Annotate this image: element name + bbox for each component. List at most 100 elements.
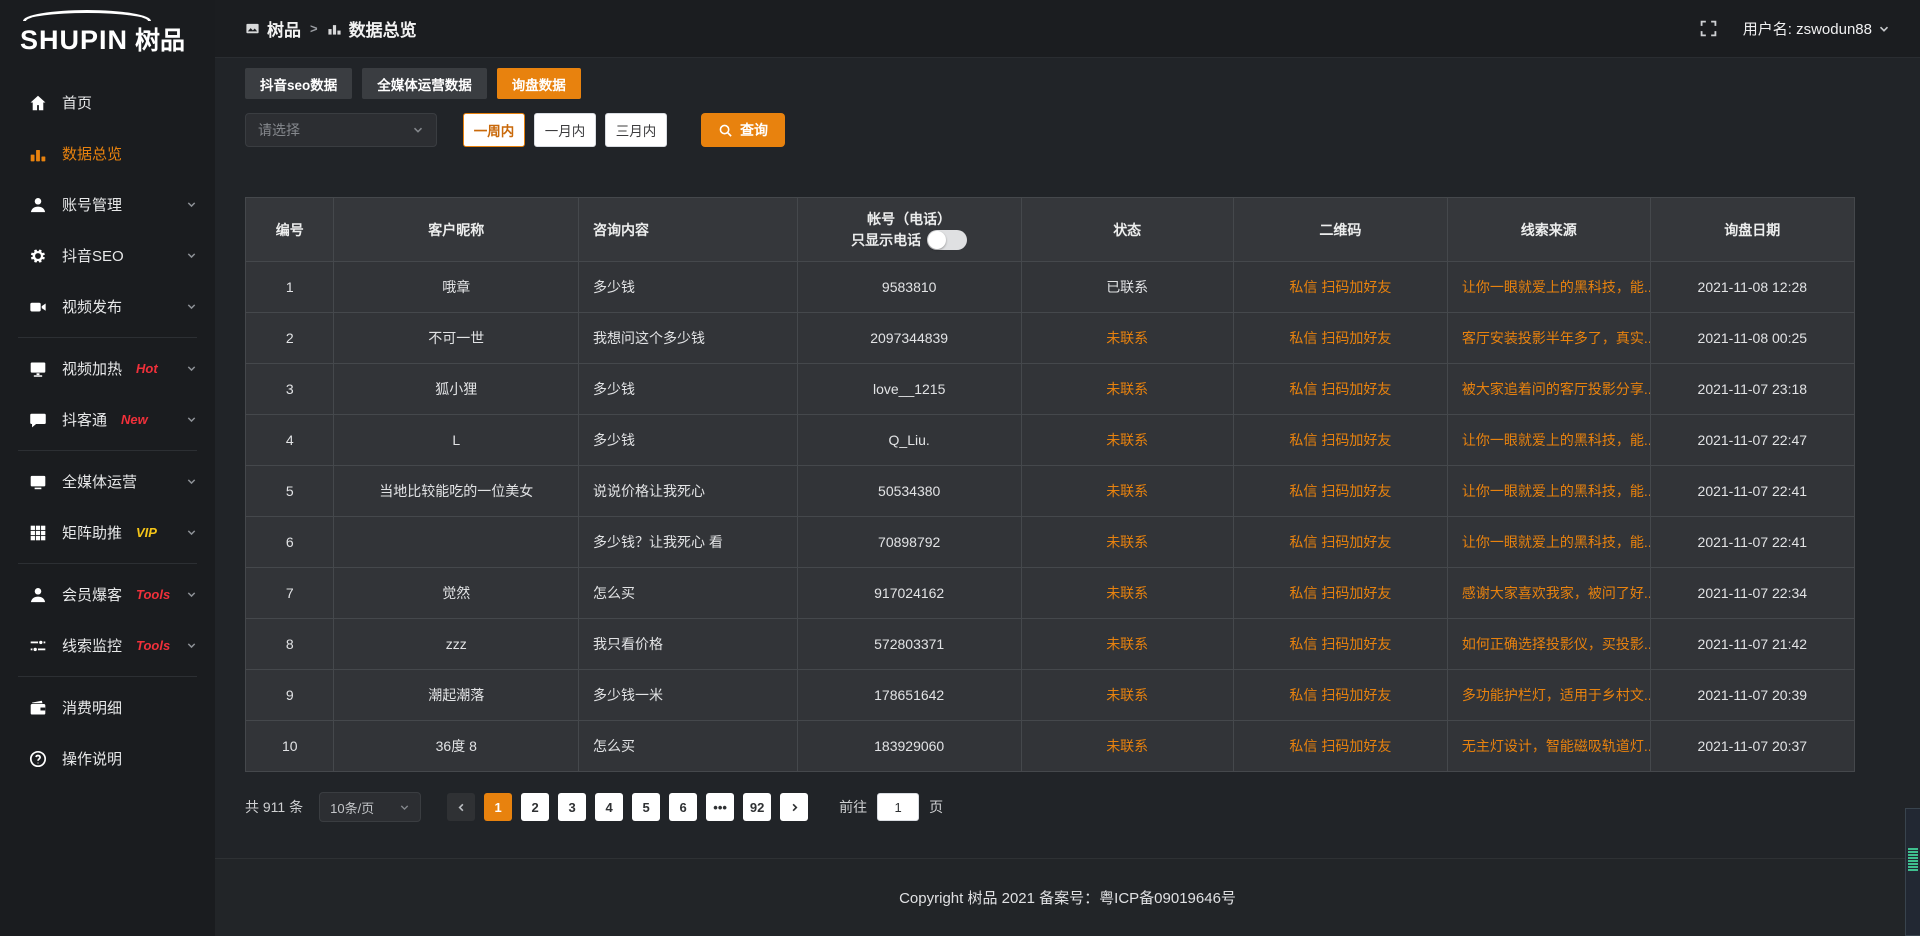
cell-source-link[interactable]: 无主灯设计，智能磁吸轨道灯...	[1447, 721, 1650, 772]
breadcrumb-app-label: 树品	[267, 16, 301, 41]
page-button-5[interactable]: 5	[632, 793, 660, 821]
page-button-4[interactable]: 4	[595, 793, 623, 821]
logo-text-en: SHUPIN	[20, 25, 128, 56]
scan-add-friend-link[interactable]: 扫码加好友	[1321, 636, 1391, 652]
sidebar-item-douketong[interactable]: 抖客通 New	[0, 394, 215, 445]
goto-page-input[interactable]	[877, 793, 919, 821]
private-message-link[interactable]: 私信	[1289, 432, 1317, 448]
private-message-link[interactable]: 私信	[1289, 483, 1317, 499]
scan-add-friend-link[interactable]: 扫码加好友	[1321, 279, 1391, 295]
private-message-link[interactable]: 私信	[1289, 585, 1317, 601]
status-badge: 未联系	[1106, 483, 1148, 499]
select-placeholder: 请选择	[258, 120, 300, 140]
private-message-link[interactable]: 私信	[1289, 534, 1317, 550]
cell-source-link[interactable]: 多功能护栏灯，适用于乡村文...	[1447, 670, 1650, 721]
status-badge: 未联系	[1106, 534, 1148, 550]
cell-source-link[interactable]: 让你一眼就爱上的黑科技，能...	[1447, 415, 1650, 466]
page-button-2[interactable]: 2	[521, 793, 549, 821]
scan-add-friend-link[interactable]: 扫码加好友	[1321, 738, 1391, 754]
scan-add-friend-link[interactable]: 扫码加好友	[1321, 330, 1391, 346]
page-button-3[interactable]: 3	[558, 793, 586, 821]
range-quarter-button[interactable]: 三月内	[605, 113, 667, 147]
prev-page-button[interactable]	[447, 793, 475, 821]
breadcrumb-item-page[interactable]: 数据总览	[327, 16, 417, 41]
cell-account: 572803371	[797, 619, 1021, 670]
scan-add-friend-link[interactable]: 扫码加好友	[1321, 585, 1391, 601]
cell-source-link[interactable]: 如何正确选择投影仪，买投影...	[1447, 619, 1650, 670]
table-row: 9 潮起潮落 多少钱一米 178651642 未联系 私信扫码加好友 多功能护栏…	[246, 670, 1855, 721]
private-message-link[interactable]: 私信	[1289, 330, 1317, 346]
page-size-select[interactable]: 10条/页	[319, 792, 421, 822]
sidebar-item-clue-monitor[interactable]: 线索监控 Tools	[0, 620, 215, 671]
cell-content: 多少钱？让我死心 看	[579, 517, 798, 568]
page-ellipsis-button[interactable]: •••	[706, 793, 734, 821]
cell-source-link[interactable]: 感谢大家喜欢我家，被问了好...	[1447, 568, 1650, 619]
status-badge: 未联系	[1106, 585, 1148, 601]
sidebar-item-account-management[interactable]: 账号管理	[0, 179, 215, 230]
date-range-group: 一周内 一月内 三月内	[463, 113, 667, 147]
sidebar-item-help[interactable]: 操作说明	[0, 733, 215, 784]
chevron-down-icon	[186, 250, 197, 261]
username-label: 用户名: zswodun88	[1743, 18, 1872, 39]
cell-qrcode: 私信扫码加好友	[1233, 568, 1447, 619]
scan-add-friend-link[interactable]: 扫码加好友	[1321, 483, 1391, 499]
toggle-knob	[928, 231, 946, 249]
total-count-label: 共 911 条	[245, 797, 303, 817]
tab-douyin-seo-data[interactable]: 抖音seo数据	[245, 68, 352, 99]
cell-date: 2021-11-07 22:41	[1650, 517, 1854, 568]
sidebar-item-douyin-seo[interactable]: 抖音SEO	[0, 230, 215, 281]
breadcrumb-item-app[interactable]: 树品	[245, 16, 301, 41]
cell-source-link[interactable]: 被大家追着问的客厅投影分享...	[1447, 364, 1650, 415]
data-tabs: 抖音seo数据 全媒体运营数据 询盘数据	[245, 68, 1890, 99]
cell-nickname: 潮起潮落	[334, 670, 579, 721]
scan-add-friend-link[interactable]: 扫码加好友	[1321, 687, 1391, 703]
phone-only-toggle[interactable]	[927, 230, 967, 250]
cell-date: 2021-11-07 22:34	[1650, 568, 1854, 619]
new-badge: New	[121, 412, 148, 427]
account-select[interactable]: 请选择	[245, 113, 437, 147]
cell-date: 2021-11-07 22:41	[1650, 466, 1854, 517]
sidebar-item-omnimedia[interactable]: 全媒体运营	[0, 456, 215, 507]
page-button-92[interactable]: 92	[743, 793, 771, 821]
breadcrumb-page-label: 数据总览	[349, 16, 417, 41]
page-button-1[interactable]: 1	[484, 793, 512, 821]
sidebar-item-label: 抖音SEO	[62, 245, 124, 266]
tab-omnimedia-data[interactable]: 全媒体运营数据	[362, 68, 487, 99]
scan-add-friend-link[interactable]: 扫码加好友	[1321, 381, 1391, 397]
cell-source-link[interactable]: 让你一眼就爱上的黑科技，能...	[1447, 466, 1650, 517]
fullscreen-icon[interactable]	[1700, 20, 1717, 37]
app-logo: SHUPIN 树品	[0, 0, 215, 63]
cell-source-link[interactable]: 让你一眼就爱上的黑科技，能...	[1447, 262, 1650, 313]
private-message-link[interactable]: 私信	[1289, 687, 1317, 703]
sidebar-item-member-burst[interactable]: 会员爆客 Tools	[0, 569, 215, 620]
next-page-button[interactable]	[780, 793, 808, 821]
private-message-link[interactable]: 私信	[1289, 381, 1317, 397]
sidebar-item-data-overview[interactable]: 数据总览	[0, 128, 215, 179]
user-menu[interactable]: 用户名: zswodun88	[1743, 18, 1890, 39]
cell-source-link[interactable]: 让你一眼就爱上的黑科技，能...	[1447, 517, 1650, 568]
sidebar-item-video-publish[interactable]: 视频发布	[0, 281, 215, 332]
range-week-button[interactable]: 一周内	[463, 113, 525, 147]
sidebar-item-expense-detail[interactable]: 消费明细	[0, 682, 215, 733]
tab-inquiry-data[interactable]: 询盘数据	[497, 68, 581, 99]
scan-add-friend-link[interactable]: 扫码加好友	[1321, 432, 1391, 448]
cell-content: 怎么买	[579, 721, 798, 772]
sidebar-item-home[interactable]: 首页	[0, 77, 215, 128]
cell-source-link[interactable]: 客厅安装投影半年多了，真实...	[1447, 313, 1650, 364]
table-row: 10 36度 8 怎么买 183929060 未联系 私信扫码加好友 无主灯设计…	[246, 721, 1855, 772]
vip-badge: VIP	[136, 525, 157, 540]
sidebar-item-matrix-boost[interactable]: 矩阵助推 VIP	[0, 507, 215, 558]
scan-add-friend-link[interactable]: 扫码加好友	[1321, 534, 1391, 550]
private-message-link[interactable]: 私信	[1289, 636, 1317, 652]
cell-status: 未联系	[1021, 670, 1233, 721]
query-button[interactable]: 查询	[701, 113, 785, 147]
private-message-link[interactable]: 私信	[1289, 738, 1317, 754]
page-button-6[interactable]: 6	[669, 793, 697, 821]
chevron-down-icon	[399, 802, 410, 813]
query-button-label: 查询	[740, 120, 768, 140]
sidebar-item-video-heat[interactable]: 视频加热 Hot	[0, 343, 215, 394]
cell-status: 未联系	[1021, 619, 1233, 670]
range-month-button[interactable]: 一月内	[534, 113, 596, 147]
private-message-link[interactable]: 私信	[1289, 279, 1317, 295]
table-row: 6 多少钱？让我死心 看 70898792 未联系 私信扫码加好友 让你一眼就爱…	[246, 517, 1855, 568]
